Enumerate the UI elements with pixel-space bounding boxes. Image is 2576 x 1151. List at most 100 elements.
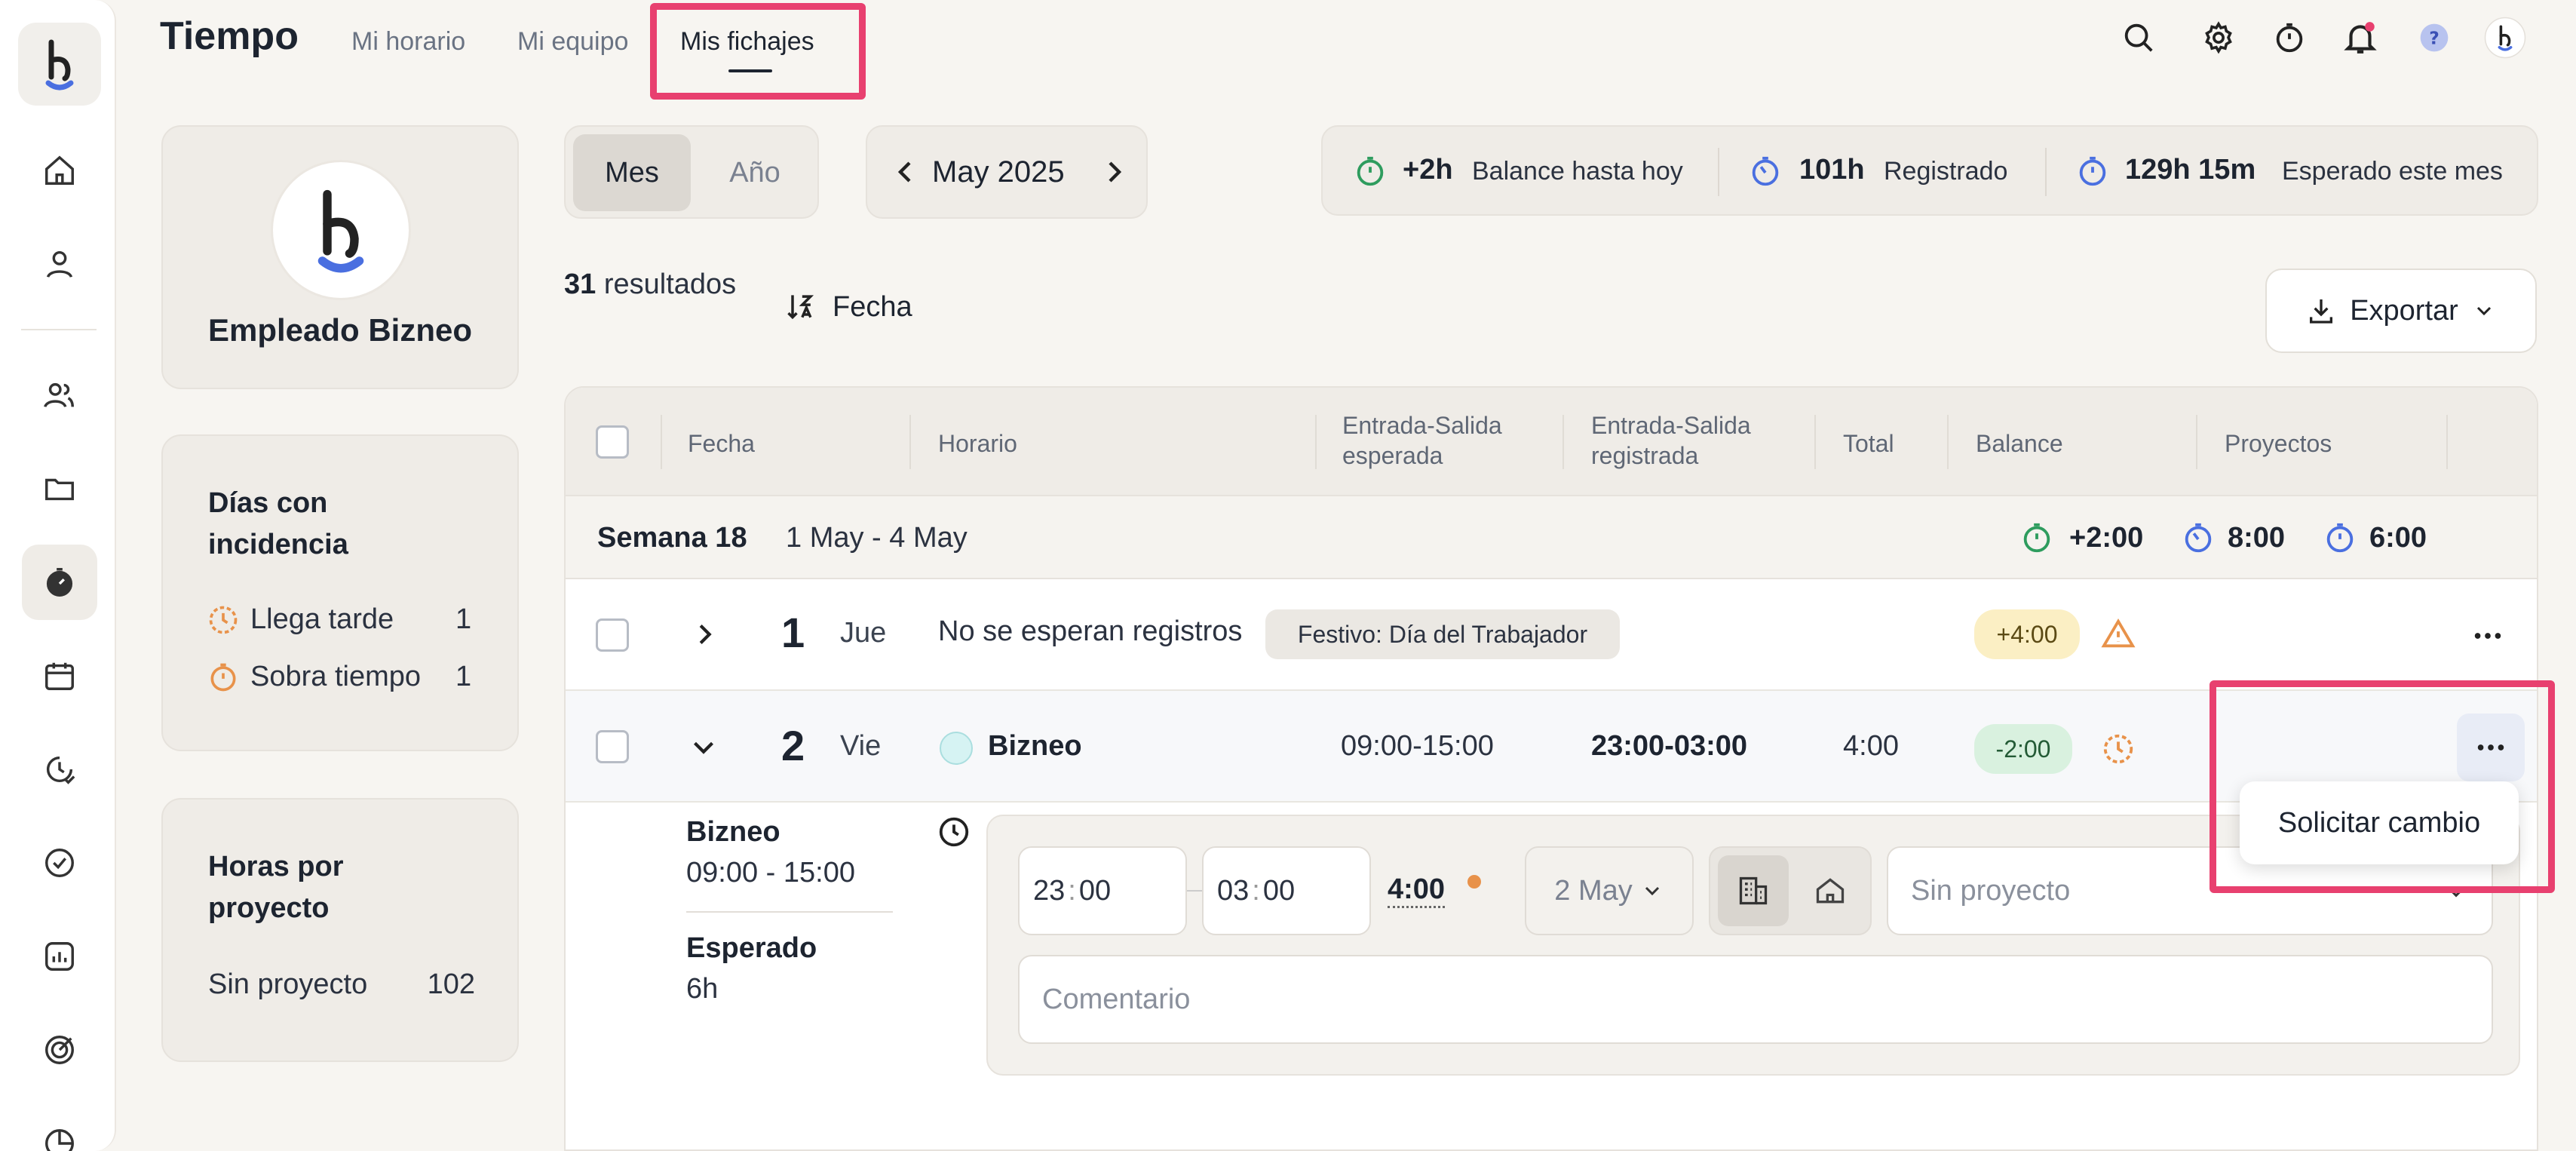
start-minute[interactable]: 00: [1079, 875, 1111, 907]
export-button[interactable]: Exportar: [2265, 269, 2537, 353]
column-header-total: Total: [1843, 430, 1894, 457]
week-balance: +2:00: [2069, 522, 2144, 554]
results-number: 31: [564, 269, 596, 300]
week-expected: 6:00: [2369, 522, 2427, 554]
end-minute[interactable]: 00: [1263, 875, 1295, 907]
stopwatch-icon[interactable]: [22, 545, 97, 620]
project-hours-value: 102: [427, 968, 475, 1000]
day-number: 2: [781, 722, 805, 769]
time-range-dash: [1187, 890, 1202, 892]
end-hour[interactable]: 03: [1217, 875, 1249, 907]
svg-text:?: ?: [2429, 27, 2440, 48]
view-month-button[interactable]: Mes: [573, 134, 691, 211]
row-checkbox[interactable]: [596, 618, 629, 652]
search-icon[interactable]: [2116, 15, 2161, 60]
comment-input[interactable]: Comentario: [1018, 955, 2493, 1044]
start-time-input[interactable]: 23:00: [1018, 846, 1187, 935]
user-icon[interactable]: [22, 226, 97, 302]
chevron-right-icon[interactable]: [686, 617, 721, 652]
tab-mi-equipo[interactable]: Mi equipo: [517, 27, 628, 57]
start-hour[interactable]: 23: [1033, 875, 1065, 907]
chevron-down-icon[interactable]: [686, 730, 721, 765]
clock-overtime-icon: [207, 661, 240, 694]
registered-label: Registrado: [1884, 157, 2008, 186]
profile-name: Empleado Bizneo: [207, 312, 473, 348]
sidebar-separator: [21, 329, 97, 330]
folder-icon[interactable]: [22, 451, 97, 526]
home-icon[interactable]: [22, 133, 97, 208]
office-icon[interactable]: [1718, 855, 1789, 926]
bizneo-logo-icon: [45, 39, 74, 91]
day-name: Vie: [840, 730, 882, 762]
sort-label[interactable]: Fecha: [833, 291, 912, 324]
record-total: 4:00: [1388, 873, 1446, 908]
summary-bar: +2h Balance hasta hoy 101h Registrado 12…: [1321, 125, 2538, 216]
registered-value: 101h: [1799, 154, 1865, 186]
incident-count-overtime: 1: [455, 661, 472, 692]
incidents-title: Días con incidencia: [208, 487, 348, 561]
day-number: 1: [781, 609, 805, 656]
expected-value: 129h 15m: [2125, 154, 2256, 186]
balance-clock-icon: [1353, 154, 1388, 189]
day-name: Jue: [840, 617, 887, 649]
date-value: 2 May: [1554, 874, 1633, 907]
app-logo[interactable]: [18, 23, 101, 106]
chevron-down-icon: [2472, 299, 2496, 323]
project-hours-label: Sin proyecto: [208, 968, 368, 1000]
view-year-button[interactable]: Año: [698, 134, 811, 211]
project-hours-title: Horas por proyecto: [208, 851, 344, 925]
chevron-left-icon[interactable]: [888, 154, 925, 190]
chart-pie-icon[interactable]: [22, 1106, 97, 1151]
expected-time: 09:00-15:00: [1341, 730, 1494, 762]
registered-clock-icon: [1748, 154, 1783, 189]
clock-late-icon: [207, 603, 240, 637]
summary-divider: [2045, 148, 2047, 196]
timer-icon[interactable]: [2267, 15, 2312, 60]
export-label: Exportar: [2350, 294, 2458, 327]
table-header: Fecha Horario Entrada-Salida esperada En…: [566, 388, 2537, 495]
schedule-text: No se esperan registros: [938, 615, 1243, 647]
column-header-horario: Horario: [938, 430, 1017, 457]
column-header-expected: Entrada-Salida esperada: [1342, 412, 1502, 469]
comment-placeholder: Comentario: [1042, 983, 1191, 1015]
detail-schedule-name: Bizneo: [686, 816, 780, 848]
avatar[interactable]: [2482, 15, 2528, 60]
expected-clock-icon: [2075, 154, 2110, 189]
reports-icon[interactable]: [22, 919, 97, 994]
profile-card: Empleado Bizneo: [161, 125, 519, 389]
column-header-proyectos: Proyectos: [2225, 430, 2332, 457]
target-icon[interactable]: [22, 1012, 97, 1088]
bizneo-logo-icon: [317, 189, 364, 273]
bell-icon[interactable]: [2338, 15, 2383, 60]
detail-expected-label: Esperado: [686, 932, 817, 964]
row-checkbox[interactable]: [596, 730, 629, 763]
calendar-icon[interactable]: [22, 638, 97, 714]
gear-icon[interactable]: [2196, 15, 2241, 60]
week-row: Semana 18 1 May - 4 May +2:00 8:00 6:00: [566, 495, 2537, 579]
column-header-registered: Entrada-Salida registrada: [1591, 412, 1751, 469]
end-time-input[interactable]: 03:00: [1202, 846, 1371, 935]
date-select[interactable]: 2 May: [1525, 846, 1694, 935]
week-range: 1 May - 4 May: [786, 522, 968, 554]
incident-label-overtime: Sobra tiempo: [250, 661, 422, 692]
more-options-icon[interactable]: [2470, 618, 2505, 653]
results-count: 31 resultados: [564, 269, 736, 301]
summary-divider: [1718, 148, 1719, 196]
detail-expected-value: 6h: [686, 973, 719, 1005]
select-all-checkbox[interactable]: [596, 425, 629, 459]
clock-check-icon[interactable]: [22, 732, 97, 807]
team-icon[interactable]: [22, 358, 97, 433]
detail-divider: [686, 911, 893, 913]
tab-mi-horario[interactable]: Mi horario: [351, 27, 465, 57]
highlight-box-menu: [2210, 680, 2555, 893]
week-label: Semana 18: [597, 522, 747, 554]
sidebar: [0, 0, 116, 1151]
home-work-icon[interactable]: [1795, 855, 1866, 926]
project-placeholder: Sin proyecto: [1911, 874, 2071, 907]
chevron-down-icon: [1645, 886, 1659, 896]
sort-icon[interactable]: [784, 290, 817, 323]
help-icon[interactable]: ?: [2412, 15, 2457, 60]
chevron-right-icon[interactable]: [1095, 154, 1131, 190]
expected-label: Esperado este mes: [2282, 157, 2503, 186]
check-circle-icon[interactable]: [22, 825, 97, 901]
